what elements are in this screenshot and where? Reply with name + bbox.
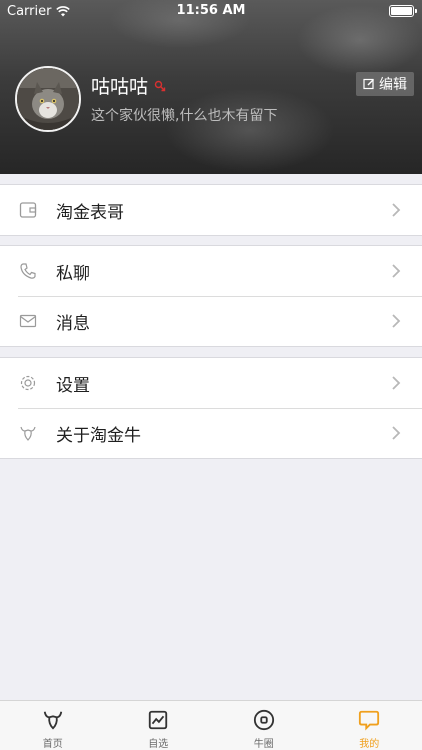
bull-icon <box>43 711 62 730</box>
tab-mine[interactable]: 我的 <box>317 701 422 750</box>
tab-label: 自选 <box>148 739 169 750</box>
menu-label: 设置 <box>56 375 90 396</box>
menu-item-settings[interactable]: 设置 <box>0 358 422 408</box>
menu-item-private-chat[interactable]: 私聊 <box>0 246 422 296</box>
tab-label: 牛圈 <box>253 739 274 750</box>
tab-watchlist[interactable]: 自选 <box>106 701 212 750</box>
chart-icon <box>149 710 168 730</box>
tab-circle[interactable]: 牛圈 <box>211 701 317 750</box>
phone-icon <box>18 261 38 281</box>
edit-icon <box>363 78 374 90</box>
profile-header: Carrier 11:56 AM 咕咕咕 这个家伙很懒,什么也木有留下 编辑 <box>0 0 422 174</box>
menu-item-messages[interactable]: 消息 <box>0 296 422 346</box>
bull-heart-icon <box>18 423 38 443</box>
edit-profile-button[interactable]: 编辑 <box>356 72 414 96</box>
wallet-icon <box>18 200 38 220</box>
username: 咕咕咕 <box>91 72 166 99</box>
gear-icon <box>18 373 38 393</box>
menu-group-1: 淘金表哥 <box>0 184 422 236</box>
chevron-right-icon <box>392 314 401 328</box>
battery-icon <box>389 5 417 17</box>
username-text: 咕咕咕 <box>91 76 149 98</box>
gender-icon <box>154 80 166 91</box>
menu-group-2: 私聊 消息 <box>0 245 422 347</box>
tab-home[interactable]: 首页 <box>0 701 106 750</box>
menu-label: 关于淘金牛 <box>56 425 141 446</box>
menu-label: 消息 <box>56 313 90 334</box>
chevron-right-icon <box>392 264 401 278</box>
chat-bubble-icon <box>359 710 380 731</box>
menu-label: 私聊 <box>56 263 90 284</box>
menu-item-about[interactable]: 关于淘金牛 <box>0 408 422 458</box>
status-time: 11:56 AM <box>176 3 246 18</box>
menu-label: 淘金表哥 <box>56 202 124 223</box>
circle-icon <box>253 709 274 731</box>
cat-photo-icon <box>17 68 79 130</box>
menu-group-3: 设置 关于淘金牛 <box>0 357 422 459</box>
chevron-right-icon <box>392 426 401 440</box>
menu-item-taojin-biaoge[interactable]: 淘金表哥 <box>0 185 422 235</box>
tab-bar: 首页 自选 牛圈 我的 <box>0 700 422 750</box>
envelope-icon <box>18 311 38 331</box>
tab-label: 首页 <box>42 739 63 750</box>
edit-label: 编辑 <box>379 77 407 93</box>
tab-label: 我的 <box>359 739 380 750</box>
avatar[interactable] <box>15 66 81 132</box>
chevron-right-icon <box>392 203 401 217</box>
status-bar: Carrier 11:56 AM <box>0 0 422 22</box>
bio-text: 这个家伙很懒,什么也木有留下 <box>91 108 278 124</box>
chevron-right-icon <box>392 376 401 390</box>
